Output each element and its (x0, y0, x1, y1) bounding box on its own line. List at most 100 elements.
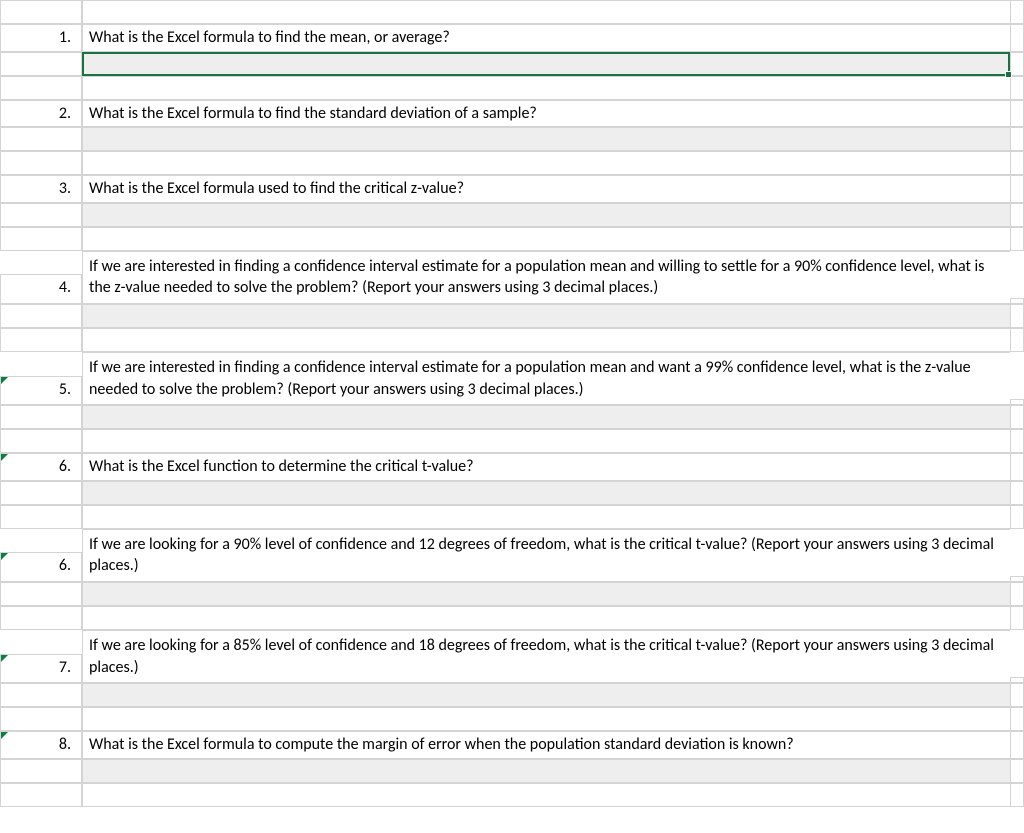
blank-cell[interactable] (0, 151, 82, 175)
blank-cell[interactable] (1010, 76, 1024, 100)
cell-right-edge[interactable] (1010, 100, 1024, 128)
question-text: If we are interested in finding a confid… (89, 357, 1004, 400)
question-text-cell[interactable]: If we are interested in finding a confid… (82, 352, 1010, 405)
cell-right-edge[interactable] (1010, 24, 1024, 52)
question-number: 5. (59, 379, 71, 401)
answer-row-c[interactable] (1010, 683, 1024, 707)
blank-row (0, 76, 1024, 100)
answer-input-cell[interactable] (82, 582, 1010, 606)
question-text-cell[interactable]: What is the Excel formula to compute the… (82, 731, 1010, 759)
question-number-cell[interactable]: 8. (0, 731, 82, 759)
blank-cell[interactable] (1010, 429, 1024, 453)
blank-cell[interactable] (0, 76, 82, 100)
cell-blank-c[interactable] (1010, 0, 1024, 24)
answer-row (0, 203, 1024, 227)
answer-row-a[interactable] (0, 759, 82, 783)
blank-cell[interactable] (0, 707, 82, 731)
cell-right-edge[interactable] (1010, 731, 1024, 759)
answer-row-a[interactable] (0, 52, 82, 76)
question-row: 2. What is the Excel formula to find the … (0, 100, 1024, 128)
blank-cell[interactable] (82, 328, 1010, 352)
answer-row-c[interactable] (1010, 405, 1024, 429)
answer-row (0, 582, 1024, 606)
answer-row-a[interactable] (0, 203, 82, 227)
answer-row-c[interactable] (1010, 304, 1024, 328)
answer-row-c[interactable] (1010, 203, 1024, 227)
blank-cell[interactable] (1010, 606, 1024, 630)
question-number: 8. (59, 734, 71, 756)
question-text-cell[interactable]: What is the Excel function to determine … (82, 453, 1010, 481)
answer-row-c[interactable] (1010, 481, 1024, 505)
answer-input-cell[interactable] (82, 127, 1010, 151)
answer-row-a[interactable] (0, 481, 82, 505)
question-text-cell[interactable]: If we are looking for a 90% level of con… (82, 529, 1010, 582)
blank-cell[interactable] (1010, 151, 1024, 175)
blank-row (0, 707, 1024, 731)
blank-cell[interactable] (82, 707, 1010, 731)
cell-blank-a[interactable] (0, 0, 82, 24)
question-number-cell[interactable]: 3. (0, 175, 82, 203)
question-text-cell[interactable]: If we are looking for a 85% level of con… (82, 630, 1010, 683)
answer-input-cell[interactable] (82, 481, 1010, 505)
blank-cell[interactable] (1010, 505, 1024, 529)
question-text: If we are looking for a 85% level of con… (89, 635, 1004, 678)
answer-row-a[interactable] (0, 127, 82, 151)
fill-handle-icon[interactable] (1005, 71, 1012, 78)
answer-input-cell[interactable] (82, 405, 1010, 429)
blank-cell[interactable] (0, 227, 82, 251)
blank-cell[interactable] (1010, 783, 1024, 807)
question-number-cell[interactable]: 2. (0, 100, 82, 128)
answer-input-cell[interactable] (82, 759, 1010, 783)
blank-cell[interactable] (1010, 707, 1024, 731)
question-number-cell[interactable]: 6. (0, 453, 82, 481)
answer-input-cell[interactable] (82, 203, 1010, 227)
blank-cell[interactable] (82, 227, 1010, 251)
question-text-cell[interactable]: What is the Excel formula to find the me… (82, 24, 1010, 52)
answer-row-c[interactable] (1010, 52, 1024, 76)
blank-cell[interactable] (1010, 328, 1024, 352)
blank-cell[interactable] (82, 151, 1010, 175)
blank-cell[interactable] (0, 783, 82, 807)
error-indicator-icon (1, 553, 8, 560)
question-number-cell[interactable]: 5. (0, 376, 82, 406)
blank-cell[interactable] (82, 783, 1010, 807)
blank-cell[interactable] (0, 328, 82, 352)
blank-cell[interactable] (0, 505, 82, 529)
cell-right-edge[interactable] (1010, 453, 1024, 481)
question-text-cell[interactable]: What is the Excel formula used to find t… (82, 175, 1010, 203)
blank-cell[interactable] (0, 429, 82, 453)
blank-cell[interactable] (82, 505, 1010, 529)
question-text: If we are looking for a 90% level of con… (89, 534, 1004, 577)
question-row: 4.If we are interested in finding a conf… (0, 251, 1024, 304)
answer-row (0, 304, 1024, 328)
answer-row-a[interactable] (0, 582, 82, 606)
question-number-cell[interactable]: 6. (0, 552, 82, 582)
cell-blank-b[interactable] (82, 0, 1010, 24)
cell-right-edge[interactable] (1010, 175, 1024, 203)
answer-input-cell[interactable] (82, 52, 1010, 76)
blank-cell[interactable] (82, 429, 1010, 453)
answer-row-a[interactable] (0, 683, 82, 707)
question-text: If we are interested in finding a confid… (89, 256, 1004, 299)
answer-row-a[interactable] (0, 304, 82, 328)
question-number-cell[interactable]: 7. (0, 654, 82, 684)
answer-row-c[interactable] (1010, 582, 1024, 606)
blank-cell[interactable] (82, 606, 1010, 630)
error-indicator-icon (1, 655, 8, 662)
question-number-cell[interactable]: 4. (0, 274, 82, 304)
answer-row-c[interactable] (1010, 759, 1024, 783)
blank-cell[interactable] (0, 606, 82, 630)
answer-row-a[interactable] (0, 405, 82, 429)
question-text-cell[interactable]: If we are interested in finding a confid… (82, 251, 1010, 304)
answer-row-c[interactable] (1010, 127, 1024, 151)
question-number: 6. (59, 555, 71, 577)
question-text-cell[interactable]: What is the Excel formula to find the st… (82, 100, 1010, 128)
question-row: 5. If we are interested in finding a conf… (0, 352, 1024, 405)
question-number: 2. (59, 103, 71, 125)
blank-cell[interactable] (1010, 227, 1024, 251)
blank-cell[interactable] (82, 76, 1010, 100)
question-number-cell[interactable]: 1. (0, 24, 82, 52)
answer-input-cell[interactable] (82, 683, 1010, 707)
answer-input-cell[interactable] (82, 304, 1010, 328)
error-indicator-icon (1, 377, 8, 384)
